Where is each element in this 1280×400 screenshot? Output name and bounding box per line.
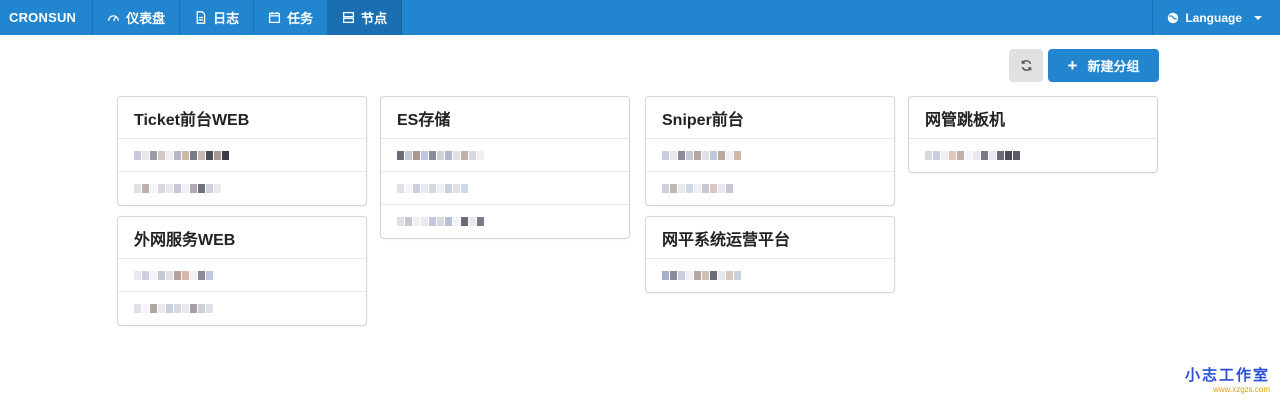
globe-icon: [1168, 12, 1179, 23]
dashboard-icon: [108, 15, 120, 22]
redacted-node-ip: [397, 216, 484, 227]
group-card: 网平系统运营平台: [645, 216, 895, 293]
new-group-button[interactable]: + 新建分组: [1048, 49, 1159, 82]
group-title[interactable]: Sniper前台: [646, 97, 894, 139]
group-card: Sniper前台: [645, 96, 895, 206]
redacted-node-ip: [397, 183, 468, 194]
nav-logs[interactable]: 日志: [180, 0, 255, 35]
redacted-node-ip: [397, 150, 484, 161]
refresh-button[interactable]: [1009, 49, 1043, 82]
node-row[interactable]: [381, 172, 629, 205]
group-title[interactable]: 外网服务WEB: [118, 217, 366, 259]
nav-dashboard-label: 仪表盘: [126, 11, 166, 26]
nav-jobs[interactable]: 任务: [254, 0, 329, 35]
redacted-node-ip: [134, 270, 213, 281]
plus-icon: +: [1067, 56, 1078, 75]
group-title[interactable]: ES存储: [381, 97, 629, 139]
watermark: 小志工作室 www.xzgzs.com: [1185, 364, 1270, 394]
node-row[interactable]: [646, 259, 894, 292]
node-row[interactable]: [646, 139, 894, 172]
redacted-node-ip: [134, 183, 221, 194]
group-title[interactable]: 网平系统运营平台: [646, 217, 894, 259]
node-row[interactable]: [118, 172, 366, 205]
watermark-url: www.xzgzs.com: [1213, 385, 1270, 394]
node-row[interactable]: [381, 205, 629, 238]
node-row[interactable]: [118, 139, 366, 172]
nav-jobs-label: 任务: [287, 11, 314, 26]
nav-nodes-label: 节点: [361, 11, 388, 26]
new-group-label: 新建分组: [1087, 59, 1140, 74]
redacted-node-ip: [662, 150, 741, 161]
group-card: Ticket前台WEB: [117, 96, 367, 206]
group-card: 外网服务WEB: [117, 216, 367, 326]
node-row[interactable]: [118, 259, 366, 292]
nav-dashboard[interactable]: 仪表盘: [93, 0, 181, 35]
group-title[interactable]: Ticket前台WEB: [118, 97, 366, 139]
group-title[interactable]: 网管跳板机: [909, 97, 1157, 139]
language-dropdown[interactable]: Language: [1152, 0, 1280, 35]
redacted-node-ip: [662, 270, 741, 281]
nav-nodes[interactable]: 节点: [328, 0, 403, 35]
file-icon: [196, 11, 206, 24]
redacted-node-ip: [134, 150, 229, 161]
node-row[interactable]: [381, 139, 629, 172]
top-navbar: CRONSUN 仪表盘 日志 任务 节点 Language: [0, 0, 1280, 35]
brand-logo[interactable]: CRONSUN: [0, 0, 94, 35]
nav-logs-label: 日志: [213, 11, 240, 26]
server-icon: [343, 11, 355, 24]
node-row[interactable]: [646, 172, 894, 205]
group-card: ES存储: [380, 96, 630, 239]
redacted-node-ip: [662, 183, 733, 194]
node-row[interactable]: [909, 139, 1157, 172]
calendar-icon: [269, 11, 281, 24]
watermark-title: 小志工作室: [1184, 367, 1270, 384]
redacted-node-ip: [925, 150, 1020, 161]
node-row[interactable]: [118, 292, 366, 325]
refresh-icon: [1021, 60, 1031, 71]
chevron-down-icon: [1254, 15, 1262, 20]
language-label: Language: [1185, 10, 1242, 25]
group-card: 网管跳板机: [908, 96, 1158, 173]
redacted-node-ip: [134, 303, 213, 314]
